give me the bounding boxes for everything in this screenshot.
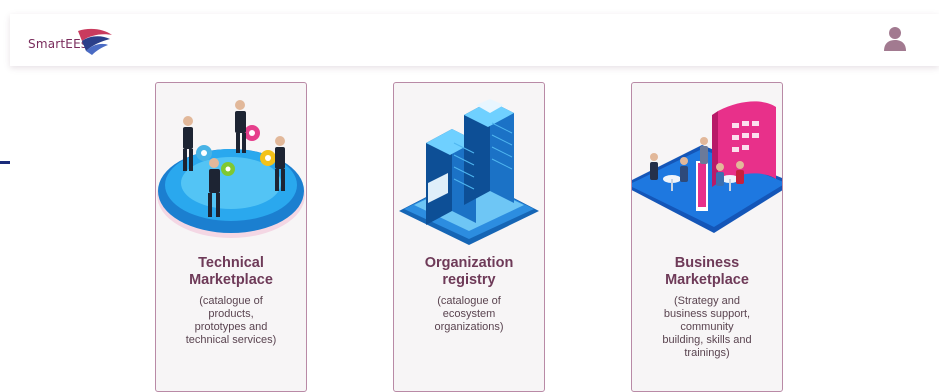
card-organization-registry[interactable]: Organization registry (catalogue of ecos… (393, 82, 545, 392)
exhibition-booth-illustration (632, 101, 782, 233)
people-gears-platform-illustration (157, 100, 305, 238)
card-description: (catalogue of ecosystem organizations) (434, 295, 504, 333)
server-racks-illustration (399, 99, 539, 245)
card-technical-marketplace[interactable]: Technical Marketplace (catalogue of prod… (155, 82, 307, 392)
user-icon[interactable] (883, 26, 907, 52)
bird-logo-icon (78, 28, 112, 55)
smartees-logo[interactable]: SmartEEs (24, 25, 114, 57)
card-title: Organization registry (424, 255, 514, 288)
card-title: Business Marketplace (665, 255, 749, 288)
top-navbar: SmartEEs (10, 14, 939, 66)
card-description: (catalogue of products, prototypes and t… (185, 295, 277, 346)
card-title: Technical Marketplace (189, 255, 273, 288)
card-business-marketplace[interactable]: Business Marketplace (Strategy and busin… (631, 82, 783, 392)
card-description: (Strategy and business support, communit… (662, 295, 752, 359)
left-edge-accent (0, 161, 10, 164)
